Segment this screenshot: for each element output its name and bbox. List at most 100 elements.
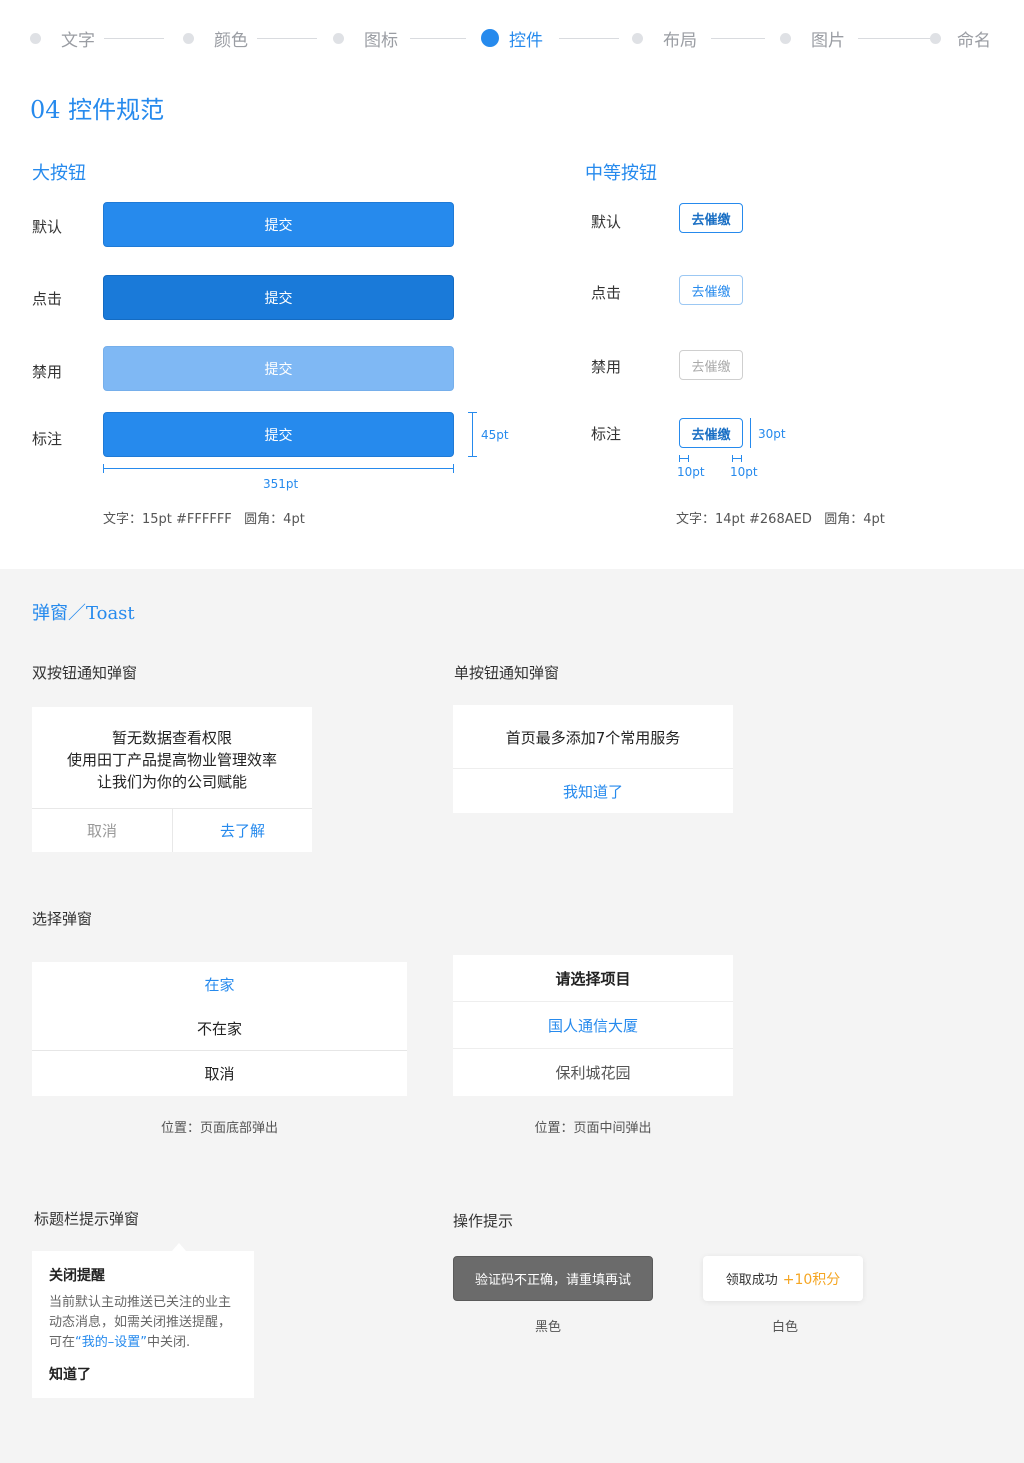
nav-dot-icon <box>183 32 194 44</box>
submit-button-annotated[interactable]: 提交 <box>103 412 454 457</box>
nav-divider <box>858 38 930 39</box>
cancel-button[interactable]: 取消 <box>32 809 172 852</box>
double-dialog-title: 双按钮通知弹窗 <box>32 664 138 682</box>
nav-label: 布局 <box>663 30 697 51</box>
dialog-line: 让我们为你的公司赋能 <box>96 773 247 791</box>
state-label: 禁用 <box>32 363 63 381</box>
dimension-tick <box>679 455 680 462</box>
toast-light-text: 领取成功 <box>725 1273 778 1288</box>
nav-dot-active-icon <box>481 29 499 47</box>
tip-body: 当前默认主动推送已关注的业主动态消息，如需关闭推送提醒，可在“我的–设置”中关闭… <box>49 1293 239 1353</box>
large-button-spec: 文字：15pt #FFFFFF 圆角：4pt <box>103 512 305 527</box>
nav-divider <box>104 38 164 39</box>
popup-heading: 弹窗／Toast <box>32 603 135 624</box>
tip-body-text: 中关闭. <box>147 1335 191 1350</box>
height-dimension-line <box>472 412 473 457</box>
titlebar-popup-title: 标题栏提示弹窗 <box>34 1210 140 1228</box>
width-dimension-line <box>103 468 454 469</box>
nav-label: 颜色 <box>214 30 248 51</box>
nav-dot-icon <box>632 32 643 44</box>
nav-dot-icon <box>30 32 41 44</box>
toast-dark-caption: 黑色 <box>534 1320 561 1335</box>
urge-button-annotated[interactable]: 去催缴 <box>679 418 743 448</box>
popover-arrow-icon <box>172 1243 186 1251</box>
double-button-dialog: 暂无数据查看权限 使用田丁产品提高物业管理效率 让我们为你的公司赋能 取消 去了… <box>32 707 312 852</box>
select-dialog-title: 选择弹窗 <box>32 910 93 928</box>
bottom-sheet-caption: 位置：页面底部弹出 <box>160 1121 278 1136</box>
medium-button-spec: 文字：14pt #268AED 圆角：4pt <box>676 512 885 527</box>
single-dialog-title: 单按钮通知弹窗 <box>454 664 560 682</box>
urge-button-pressed[interactable]: 去催缴 <box>679 275 743 305</box>
nav-dot-icon <box>930 32 941 44</box>
nav-item-text[interactable]: 文字 <box>30 26 95 51</box>
state-label: 点击 <box>591 284 622 302</box>
page-title: 04 控件规范 <box>30 96 165 124</box>
dimension-tick <box>453 464 454 473</box>
toast-title: 操作提示 <box>453 1212 514 1230</box>
learn-more-button[interactable]: 去了解 <box>173 809 312 852</box>
titlebar-tip-popover: 关闭提醒 当前默认主动推送已关注的业主动态消息，如需关闭推送提醒，可在“我的–设… <box>32 1251 254 1398</box>
submit-button-pressed[interactable]: 提交 <box>103 275 454 320</box>
settings-link[interactable]: “我的–设置” <box>75 1335 147 1350</box>
single-button-dialog: 首页最多添加7个常用服务 我知道了 <box>453 705 733 813</box>
height-dimension-line <box>750 418 751 448</box>
urge-button-disabled: 去催缴 <box>679 350 743 380</box>
padding-left-label: 10pt <box>677 465 705 479</box>
height-dimension-label: 45pt <box>481 428 509 442</box>
nav-divider <box>410 38 466 39</box>
nav-label: 文字 <box>61 30 95 51</box>
sheet-option-selected[interactable]: 在家 <box>32 962 407 1006</box>
nav-dot-icon <box>333 32 344 44</box>
bottom-sheet: 在家 不在家 取消 <box>32 962 407 1096</box>
nav-item-layout[interactable]: 布局 <box>632 26 697 51</box>
nav-label: 图片 <box>811 30 845 51</box>
dialog-line: 使用田丁产品提高物业管理效率 <box>66 751 277 769</box>
nav-divider <box>711 38 765 39</box>
dialog-line: 暂无数据查看权限 <box>111 729 232 747</box>
nav-item-color[interactable]: 颜色 <box>183 26 248 51</box>
large-button-heading: 大按钮 <box>32 163 86 184</box>
select-option-selected[interactable]: 国人通信大厦 <box>453 1002 733 1048</box>
nav-item-icon[interactable]: 图标 <box>333 26 398 51</box>
got-it-button[interactable]: 我知道了 <box>453 769 733 813</box>
nav-divider <box>559 38 619 39</box>
medium-button-heading: 中等按钮 <box>585 163 657 184</box>
dimension-tick <box>688 455 689 462</box>
state-label: 标注 <box>591 425 622 443</box>
sheet-option[interactable]: 不在家 <box>32 1006 407 1050</box>
tip-title: 关闭提醒 <box>49 1268 105 1284</box>
state-label: 默认 <box>32 218 63 236</box>
center-select-caption: 位置：页面中间弹出 <box>534 1121 652 1136</box>
dimension-tick <box>468 412 477 413</box>
dimension-tick <box>468 456 477 457</box>
nav-dot-icon <box>780 32 791 44</box>
dimension-tick <box>103 464 104 473</box>
state-label: 标注 <box>32 430 63 448</box>
state-label: 默认 <box>591 213 622 231</box>
submit-button-default[interactable]: 提交 <box>103 202 454 247</box>
nav-item-controls[interactable]: 控件 <box>481 26 543 51</box>
toast-light: 领取成功 +10积分 <box>703 1256 863 1301</box>
width-dimension-label: 351pt <box>263 477 299 491</box>
urge-button-default[interactable]: 去催缴 <box>679 203 743 233</box>
nav-item-image[interactable]: 图片 <box>780 26 845 51</box>
nav-divider <box>257 38 317 39</box>
select-option[interactable]: 保利城花园 <box>453 1049 733 1096</box>
nav-label: 命名 <box>957 30 991 51</box>
dimension-tick <box>732 455 733 462</box>
sheet-cancel-button[interactable]: 取消 <box>32 1051 407 1096</box>
center-select-dialog: 请选择项目 国人通信大厦 保利城花园 <box>453 955 733 1096</box>
dimension-tick <box>741 455 742 462</box>
nav-item-naming[interactable]: 命名 <box>930 26 991 51</box>
height-dimension-label: 30pt <box>758 427 786 441</box>
toast-points: +10积分 <box>782 1271 841 1288</box>
nav-label: 图标 <box>364 30 398 51</box>
state-label: 点击 <box>32 290 63 308</box>
tip-ok-button[interactable]: 知道了 <box>49 1364 91 1384</box>
padding-right-label: 10pt <box>730 465 758 479</box>
submit-button-disabled: 提交 <box>103 346 454 391</box>
toast-light-caption: 白色 <box>771 1320 798 1335</box>
dialog-message: 首页最多添加7个常用服务 <box>505 729 681 747</box>
nav-label: 控件 <box>509 30 543 51</box>
toast-dark: 验证码不正确，请重填再试 <box>453 1256 653 1301</box>
